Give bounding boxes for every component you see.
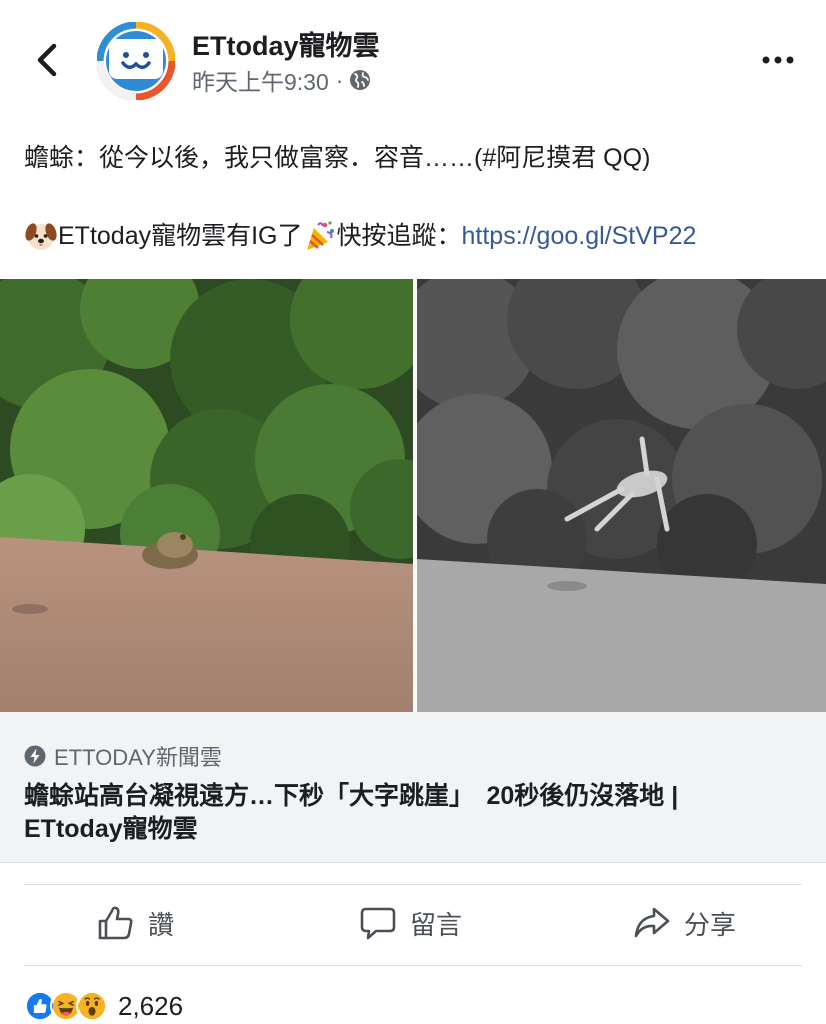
page-name[interactable]: ETtoday寵物雲 [192, 24, 380, 63]
page-avatar[interactable] [97, 22, 175, 100]
dog-face-emoji [25, 223, 57, 250]
like-button[interactable]: 讚 [96, 903, 174, 943]
post-text-follow-label: 快按追蹤： [336, 222, 462, 250]
post-photo[interactable] [0, 279, 826, 712]
share-arrow-icon [634, 907, 670, 938]
link-source: ETTODAY新聞雲 [24, 740, 222, 772]
post-meta: 昨天上午9:30 · [192, 63, 371, 97]
post-text: 蟾蜍：從今以後，我只做富察．容音……(#阿尼摸君 QQ) ETtoday寵物雲有… [24, 138, 814, 256]
post-link[interactable]: https://goo.gl/StVP22 [462, 216, 697, 256]
post-text-ig-label: ETtoday寵物雲有IG了 [58, 222, 303, 250]
more-dots-icon[interactable] [760, 50, 796, 70]
post-text-line-1: 蟾蜍：從今以後，我只做富察．容音……(#阿尼摸君 QQ) [24, 144, 651, 172]
thumbs-up-icon [98, 906, 133, 940]
lightning-bolt-icon [24, 745, 46, 767]
meta-separator: · [335, 66, 344, 93]
post-actions: 讚 留言 分享 [0, 885, 826, 965]
link-title-line-2: ETtoday寵物雲 [24, 815, 198, 843]
post-text-line-2: ETtoday寵物雲有IG了 快按追蹤： https://goo.gl/StVP… [24, 216, 814, 256]
comment-label: 留言 [410, 909, 463, 940]
like-label: 讚 [148, 909, 175, 940]
photo-toad-jumping [417, 279, 826, 712]
party-popper-emoji [306, 221, 334, 250]
link-preview-card[interactable]: ETTODAY新聞雲 蟾蜍站高台凝視遠方…下秒「大字跳崖」 20秒後仍沒落地 |… [0, 712, 826, 863]
comment-button[interactable]: 留言 [358, 903, 462, 943]
chevron-left-icon[interactable] [30, 40, 66, 80]
actions-divider-bottom [24, 965, 802, 966]
globe-icon [350, 70, 371, 90]
link-title-line-1: 蟾蜍站高台凝視遠方…下秒「大字跳崖」 20秒後仍沒落地 | [24, 782, 679, 810]
link-title[interactable]: 蟾蜍站高台凝視遠方…下秒「大字跳崖」 20秒後仍沒落地 | ETtoday寵物雲 [24, 780, 814, 846]
speech-bubble-icon [360, 907, 396, 940]
link-source-label: ETTODAY新聞雲 [54, 745, 222, 770]
share-button[interactable]: 分享 [632, 903, 736, 943]
photo-toad-on-ledge [0, 279, 413, 712]
reactions-summary[interactable]: 2,626 [24, 986, 183, 1024]
wow-reaction-icon [76, 990, 108, 1022]
share-label: 分享 [684, 909, 737, 940]
post-header: ETtoday寵物雲 昨天上午9:30 · [0, 0, 826, 120]
post-timestamp[interactable]: 昨天上午9:30 [192, 63, 329, 97]
reaction-count: 2,626 [118, 990, 184, 1021]
